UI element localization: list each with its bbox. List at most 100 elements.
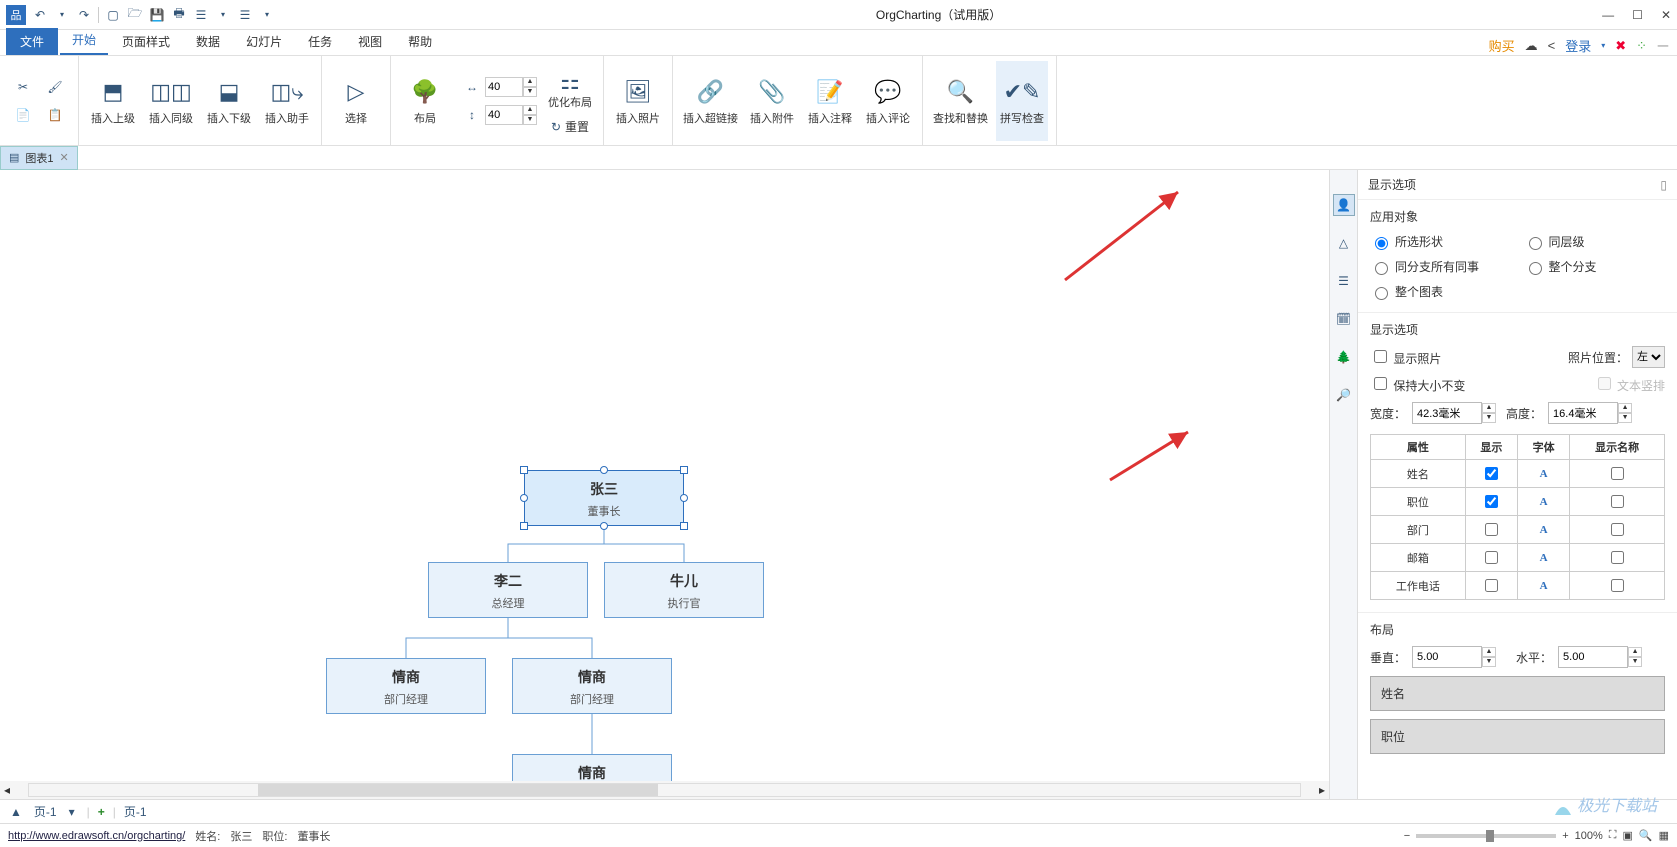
theme-icon[interactable]: △ bbox=[1333, 232, 1355, 254]
showname-checkbox[interactable] bbox=[1611, 523, 1624, 536]
keep-size-check[interactable]: 保持大小不变 bbox=[1370, 374, 1465, 394]
new-icon[interactable]: ▢ bbox=[105, 7, 121, 23]
selection-handle[interactable] bbox=[600, 522, 608, 530]
insert-parent-button[interactable]: ⬒插入上级 bbox=[87, 61, 139, 141]
print-icon[interactable]: 🖶 bbox=[171, 7, 187, 23]
layout-button[interactable]: 🌳布局 bbox=[399, 61, 451, 141]
insert-assistant-button[interactable]: ◫⤷插入助手 bbox=[261, 61, 313, 141]
zoom-slider[interactable] bbox=[1416, 834, 1556, 838]
canvas[interactable]: 张三董事长李二总经理牛儿执行官情商部门经理情商部门经理情商部门经理 bbox=[0, 170, 1329, 781]
selection-handle[interactable] bbox=[680, 522, 688, 530]
showname-checkbox[interactable] bbox=[1611, 579, 1624, 592]
cloud-icon[interactable]: ☁ bbox=[1525, 38, 1538, 54]
page-dropdown-icon[interactable]: ▾ bbox=[65, 805, 79, 819]
close-tab-icon[interactable]: ✕ bbox=[60, 151, 69, 164]
close-button[interactable]: ✕ bbox=[1661, 8, 1671, 22]
radio-whole-chart[interactable]: 整个图表 bbox=[1370, 283, 1512, 300]
show-checkbox[interactable] bbox=[1485, 467, 1498, 480]
fit-width-icon[interactable]: ⛶ bbox=[1609, 829, 1617, 842]
zoom-out-icon[interactable]: − bbox=[1404, 830, 1410, 842]
tree-icon[interactable]: 🌲 bbox=[1333, 346, 1355, 368]
box-height-spinner[interactable]: ▲▼ bbox=[1548, 402, 1632, 424]
org-node[interactable]: 李二总经理 bbox=[428, 562, 588, 618]
file-tab[interactable]: 文件 bbox=[6, 28, 58, 55]
insert-sibling-button[interactable]: ◫◫插入同级 bbox=[145, 61, 197, 141]
collapse-ribbon-icon[interactable]: ㅡ bbox=[1657, 36, 1669, 55]
zoom-magnify-icon[interactable]: 🔍 bbox=[1639, 829, 1653, 842]
fit-page-icon[interactable]: ▣ bbox=[1622, 829, 1632, 842]
show-checkbox[interactable] bbox=[1485, 551, 1498, 564]
org-node[interactable]: 张三董事长 bbox=[524, 470, 684, 526]
org-node[interactable]: 情商部门经理 bbox=[512, 658, 672, 714]
radio-same-level[interactable]: 同层级 bbox=[1524, 233, 1666, 250]
outdent-icon[interactable]: ☰ bbox=[193, 7, 209, 23]
tab-start[interactable]: 开始 bbox=[60, 26, 108, 55]
height-spinner[interactable]: ↕ ▲▼ bbox=[459, 104, 537, 126]
font-button[interactable]: A bbox=[1540, 552, 1548, 564]
zoom-in-icon[interactable]: + bbox=[1562, 830, 1568, 842]
tab-tasks[interactable]: 任务 bbox=[296, 28, 344, 55]
pin-icon[interactable]: ✖ bbox=[1615, 38, 1626, 54]
redo-icon[interactable]: ↷ bbox=[76, 7, 92, 23]
add-page-button[interactable]: + bbox=[98, 805, 105, 819]
radio-same-branch-peers[interactable]: 同分支所有同事 bbox=[1370, 258, 1512, 275]
scroll-left-icon[interactable]: ◂ bbox=[0, 783, 14, 797]
scroll-right-icon[interactable]: ▸ bbox=[1315, 783, 1329, 797]
selection-handle[interactable] bbox=[680, 494, 688, 502]
spell-check-button[interactable]: ✔✎拼写检查 bbox=[996, 61, 1048, 141]
v-spinner[interactable]: ▲▼ bbox=[1412, 646, 1496, 668]
org-node[interactable]: 牛儿执行官 bbox=[604, 562, 764, 618]
showname-checkbox[interactable] bbox=[1611, 467, 1624, 480]
h-spinner[interactable]: ▲▼ bbox=[1558, 646, 1642, 668]
selection-handle[interactable] bbox=[520, 466, 528, 474]
insert-comment-button[interactable]: 💬插入评论 bbox=[862, 61, 914, 141]
fields-icon[interactable]: ☰ bbox=[1333, 270, 1355, 292]
insert-photo-button[interactable]: 🖼插入照片 bbox=[612, 61, 664, 141]
insert-attach-button[interactable]: 📎插入附件 bbox=[746, 61, 798, 141]
buy-link[interactable]: 购买 bbox=[1489, 36, 1515, 55]
apps-icon[interactable]: ⁘ bbox=[1636, 38, 1647, 54]
box-width-spinner[interactable]: ▲▼ bbox=[1412, 402, 1496, 424]
tab-slides[interactable]: 幻灯片 bbox=[234, 28, 294, 55]
format-brush-icon[interactable]: 🖌 bbox=[42, 76, 68, 98]
undo-icon[interactable]: ↶ bbox=[32, 7, 48, 23]
vertical-text-check[interactable]: 文本竖排 bbox=[1594, 374, 1665, 394]
radio-selected-shape[interactable]: 所选形状 bbox=[1370, 233, 1512, 250]
show-photo-check[interactable]: 显示照片 bbox=[1370, 347, 1441, 367]
copy-icon[interactable]: 📄 bbox=[10, 104, 36, 126]
cut-icon[interactable]: ✂ bbox=[10, 76, 36, 98]
photo-pos-select[interactable]: 左 bbox=[1632, 346, 1665, 368]
current-page[interactable]: 页-1 bbox=[124, 803, 147, 820]
search-panel-icon[interactable]: 🔎 bbox=[1333, 384, 1355, 406]
display-options-icon[interactable]: 👤 bbox=[1333, 194, 1355, 216]
font-button[interactable]: A bbox=[1540, 496, 1548, 508]
select-button[interactable]: ▷选择 bbox=[330, 61, 382, 141]
selection-handle[interactable] bbox=[680, 466, 688, 474]
page-expand-icon[interactable]: ▲ bbox=[6, 805, 26, 819]
showname-checkbox[interactable] bbox=[1611, 495, 1624, 508]
indent-icon[interactable]: ☰ bbox=[237, 7, 253, 23]
tab-page-style[interactable]: 页面样式 bbox=[110, 28, 182, 55]
tab-data[interactable]: 数据 bbox=[184, 28, 232, 55]
show-checkbox[interactable] bbox=[1485, 495, 1498, 508]
document-tab[interactable]: ▤ 图表1 ✕ bbox=[0, 146, 78, 170]
show-checkbox[interactable] bbox=[1485, 523, 1498, 536]
show-checkbox[interactable] bbox=[1485, 579, 1498, 592]
outdent-dropdown-icon[interactable]: ▾ bbox=[215, 7, 231, 23]
overview-icon[interactable]: ▦ bbox=[1659, 829, 1669, 842]
calendar-icon[interactable]: 🗓 bbox=[1333, 308, 1355, 330]
height-input[interactable] bbox=[485, 105, 523, 125]
width-input[interactable] bbox=[485, 77, 523, 97]
open-icon[interactable]: 🗁 bbox=[127, 7, 143, 23]
selection-handle[interactable] bbox=[520, 522, 528, 530]
tab-help[interactable]: 帮助 bbox=[396, 28, 444, 55]
layout-field-name[interactable]: 姓名 bbox=[1370, 676, 1665, 711]
font-button[interactable]: A bbox=[1540, 468, 1548, 480]
insert-child-button[interactable]: ⬓插入下级 bbox=[203, 61, 255, 141]
page-label[interactable]: 页-1 bbox=[34, 803, 57, 820]
login-link[interactable]: 登录 bbox=[1565, 36, 1591, 55]
selection-handle[interactable] bbox=[520, 494, 528, 502]
login-dropdown-icon[interactable]: ▾ bbox=[1601, 41, 1605, 50]
insert-link-button[interactable]: 🔗插入超链接 bbox=[681, 61, 740, 141]
undo-dropdown-icon[interactable]: ▾ bbox=[54, 7, 70, 23]
